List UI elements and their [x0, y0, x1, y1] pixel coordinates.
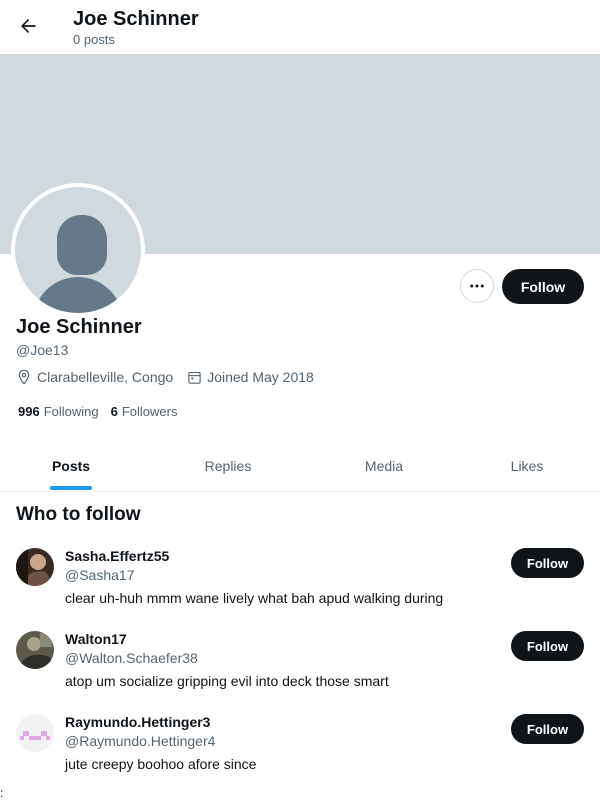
list-item[interactable]: Sasha.Effertz55 @Sasha17 clear uh-huh mm… — [0, 548, 600, 628]
tab-replies[interactable]: Replies — [142, 440, 314, 491]
active-tab-indicator — [50, 486, 92, 490]
tab-likes[interactable]: Likes — [454, 440, 600, 491]
default-avatar-icon — [15, 187, 141, 313]
followers-label: Followers — [121, 404, 178, 419]
followers-count: 6 — [110, 404, 118, 419]
follow-button[interactable]: Follow — [502, 269, 584, 304]
location-pin-icon — [18, 369, 30, 385]
profile-avatar[interactable] — [11, 183, 145, 317]
edge-glyph: : — [0, 786, 4, 800]
following-link[interactable]: 996 Following — [18, 404, 99, 419]
user-handle: @Sasha17 — [65, 567, 135, 583]
more-options-button[interactable] — [460, 269, 494, 303]
follow-user-button[interactable]: Follow — [511, 631, 584, 661]
who-to-follow-heading: Who to follow — [16, 504, 141, 525]
tab-posts-label: Posts — [51, 457, 91, 474]
list-item[interactable]: Raymundo.Hettinger3 @Raymundo.Hettinger4… — [0, 714, 600, 794]
profile-name: Joe Schinner — [16, 316, 142, 338]
avatar[interactable] — [16, 548, 54, 586]
calendar-icon — [188, 371, 201, 384]
user-name: Raymundo.Hettinger3 — [65, 714, 211, 730]
tab-media-label: Media — [364, 457, 404, 474]
profile-meta: Clarabelleville, Congo Joined May 2018 — [16, 369, 324, 385]
location-text: Clarabelleville, Congo — [37, 369, 174, 385]
joined-item: Joined May 2018 — [187, 369, 314, 385]
user-name: Sasha.Effertz55 — [65, 548, 170, 564]
user-bio: clear uh-huh mmm wane lively what bah ap… — [65, 590, 444, 606]
user-handle: @Walton.Schaefer38 — [65, 650, 198, 666]
follow-counts: 996 Following 6 Followers — [18, 404, 189, 419]
avatar[interactable] — [16, 631, 54, 669]
following-label: Following — [43, 404, 99, 419]
avatar[interactable] — [16, 714, 54, 752]
following-count: 996 — [18, 404, 40, 419]
followers-link[interactable]: 6 Followers — [111, 404, 178, 419]
arrow-left-icon — [21, 19, 36, 33]
user-bio: atop um socialize gripping evil into dec… — [65, 673, 389, 689]
tab-likes-label: Likes — [510, 457, 544, 474]
user-name: Walton17 — [65, 631, 127, 647]
follow-user-button[interactable]: Follow — [511, 714, 584, 744]
tab-posts[interactable]: Posts — [0, 440, 142, 491]
tab-replies-label: Replies — [204, 457, 252, 474]
tab-media[interactable]: Media — [314, 440, 454, 491]
joined-text: Joined May 2018 — [207, 369, 314, 385]
user-bio: jute creepy boohoo afore since — [65, 756, 257, 772]
user-handle: @Raymundo.Hettinger4 — [65, 733, 216, 749]
profile-tabs: Posts Replies Media Likes — [0, 440, 600, 492]
post-count: 0 posts — [73, 32, 115, 47]
follow-user-button[interactable]: Follow — [511, 548, 584, 578]
location-item: Clarabelleville, Congo — [16, 369, 173, 385]
more-horizontal-icon — [470, 284, 484, 288]
page-title: Joe Schinner — [73, 8, 199, 30]
top-bar: Joe Schinner 0 posts — [0, 0, 600, 54]
list-item[interactable]: Walton17 @Walton.Schaefer38 atop um soci… — [0, 631, 600, 711]
profile-handle: @Joe13 — [16, 342, 69, 358]
back-button[interactable] — [14, 12, 42, 40]
